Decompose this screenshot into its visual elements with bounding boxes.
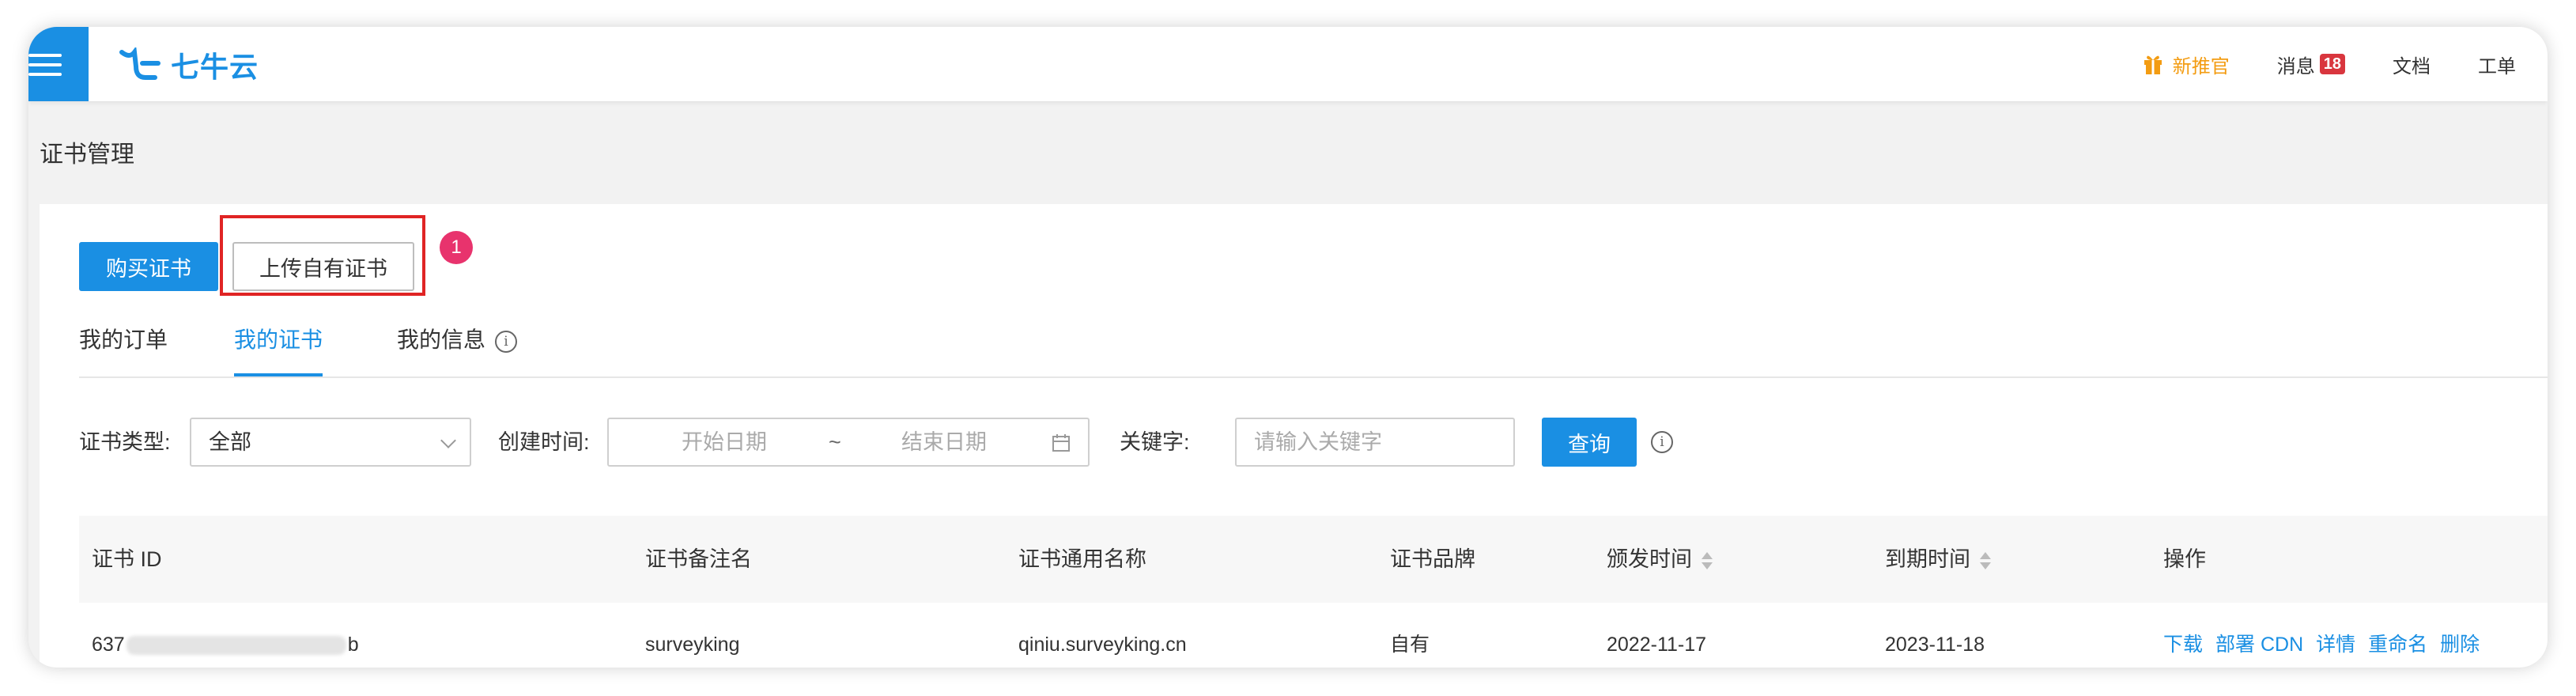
messages-label: 消息 [2276, 55, 2315, 78]
tab-bar: 我的订单 我的证书 我的信息 i [79, 307, 2548, 378]
upload-certificate-button[interactable]: 上传自有证书 [232, 242, 414, 291]
type-select-value: 全部 [209, 430, 251, 454]
column-header: 操作 [2163, 547, 2206, 571]
top-bar: 七牛云 新推官 消息 18 文档 工单 [28, 27, 2548, 101]
chevron-down-icon [440, 433, 456, 448]
filter-row: 证书类型: 全部 创建时间: 开始日期 ~ 结束日期 关键字: 查询 i [79, 418, 2548, 467]
rename-link[interactable]: 重命名 [2368, 634, 2427, 656]
qiniu-logo-icon [119, 47, 161, 80]
date-range-picker[interactable]: 开始日期 ~ 结束日期 [607, 418, 1090, 467]
promo-label: 新推官 [2172, 55, 2230, 78]
column-header: 证书备注名 [645, 547, 752, 571]
keyword-input[interactable] [1235, 418, 1515, 467]
row-actions: 下载 部署 CDN 详情 重命名 删除 [2163, 603, 2492, 668]
table-header: 证书 ID 证书备注名 证书通用名称 证书品牌 颁发时间 到期时间 操作 [79, 516, 2548, 603]
page-title: 证书管理 [40, 142, 134, 168]
step-marker: 1 [440, 231, 473, 264]
keyword-label: 关键字: [1120, 430, 1190, 454]
ticket-link[interactable]: 工单 [2478, 51, 2516, 78]
certificate-note: surveyking [645, 634, 740, 656]
delete-link[interactable]: 删除 [2440, 634, 2480, 656]
messages-link[interactable]: 消息 18 [2277, 51, 2345, 78]
certificate-common-name: qiniu.surveyking.cn [1018, 634, 1187, 656]
content-panel: 购买证书 上传自有证书 1 我的订单 我的证书 我的信息 i 证书类型: 全部 创… [40, 204, 2548, 668]
app-window: 七牛云 新推官 消息 18 文档 工单 证书管理 购买证书 上传自有证书 1 我… [28, 27, 2548, 668]
created-label: 创建时间: [498, 430, 590, 454]
column-header: 证书 ID [92, 547, 162, 571]
query-button[interactable]: 查询 [1542, 418, 1637, 467]
type-select[interactable]: 全部 [190, 418, 471, 467]
column-header: 证书通用名称 [1018, 547, 1146, 571]
info-icon[interactable]: i [1651, 431, 1673, 453]
column-header-expires[interactable]: 到期时间 [1885, 516, 1991, 603]
logo[interactable]: 七牛云 [119, 41, 259, 89]
certificate-table: 证书 ID 证书备注名 证书通用名称 证书品牌 颁发时间 到期时间 操作 637… [79, 516, 2548, 668]
info-icon[interactable]: i [495, 330, 518, 353]
logo-text: 七牛云 [171, 51, 259, 83]
tab-my-info[interactable]: 我的信息 i [397, 307, 518, 376]
sort-icon[interactable] [1702, 550, 1713, 571]
deploy-cdn-link[interactable]: 部署 CDN [2215, 634, 2303, 656]
start-date-input[interactable]: 开始日期 [682, 419, 767, 465]
docs-link[interactable]: 文档 [2393, 51, 2431, 78]
tab-my-orders[interactable]: 我的订单 [79, 307, 168, 376]
table-row: 637 b surveyking qiniu.surveyking.cn 自有 2… [79, 603, 2548, 668]
certificate-expires: 2023-11-18 [1885, 634, 1985, 656]
calendar-icon [1052, 434, 1070, 452]
messages-badge: 18 [2319, 54, 2345, 74]
redacted-id [126, 636, 346, 656]
column-header-issued[interactable]: 颁发时间 [1607, 516, 1713, 603]
certificate-brand: 自有 [1390, 634, 1430, 656]
buy-certificate-button[interactable]: 购买证书 [79, 242, 218, 291]
menu-icon[interactable] [28, 27, 89, 101]
column-header: 证书品牌 [1390, 547, 1475, 571]
tab-my-certificates[interactable]: 我的证书 [234, 307, 323, 376]
range-separator: ~ [829, 430, 841, 454]
download-link[interactable]: 下载 [2163, 634, 2203, 656]
certificate-issued: 2022-11-17 [1607, 634, 1707, 656]
certificate-id: 637 b [92, 634, 359, 656]
type-label: 证书类型: [79, 430, 171, 454]
promo-link[interactable]: 新推官 [2143, 51, 2230, 78]
details-link[interactable]: 详情 [2316, 634, 2355, 656]
sort-icon[interactable] [1980, 550, 1991, 571]
end-date-input[interactable]: 结束日期 [901, 419, 987, 465]
gift-icon [2144, 55, 2162, 74]
